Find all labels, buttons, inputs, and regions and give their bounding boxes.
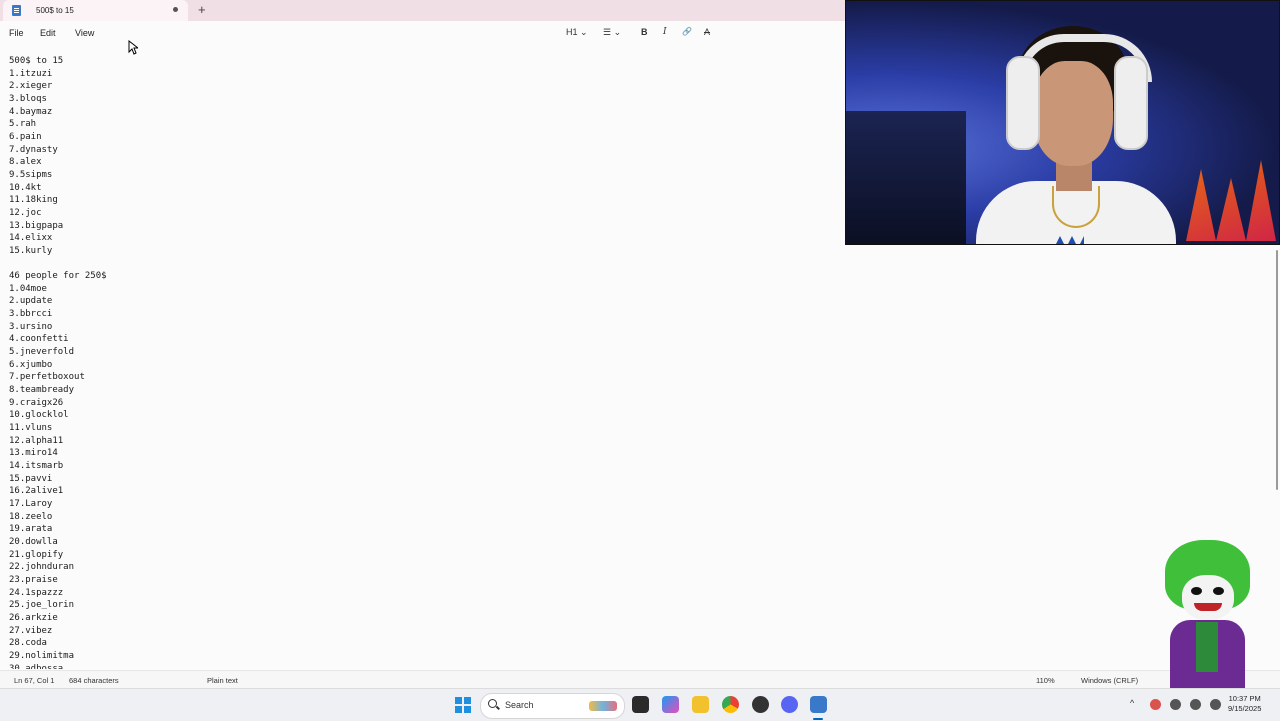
joker-eye-right (1213, 587, 1224, 595)
menu-file[interactable]: File (9, 28, 24, 38)
new-tab-button[interactable]: + (198, 2, 206, 17)
file-format: Plain text (207, 676, 238, 685)
joker-vest (1196, 622, 1218, 672)
tray-app-icon[interactable] (1150, 699, 1161, 710)
joker-mascot-overlay (1160, 540, 1255, 710)
vertical-scrollbar[interactable] (1276, 250, 1278, 490)
heading-dropdown[interactable]: H1 ⌄ (566, 27, 588, 38)
file-explorer-icon[interactable] (692, 696, 709, 713)
notepad-icon (12, 5, 21, 16)
heading-label: H1 (566, 27, 578, 37)
taskview-app-icon[interactable] (632, 696, 649, 713)
joker-face (1182, 575, 1234, 620)
clock-time: 10:37 PM (1228, 694, 1261, 703)
status-bar: Ln 67, Col 1 684 characters Plain text 1… (0, 670, 1280, 689)
discord-app-icon[interactable] (781, 696, 798, 713)
cursor-position: Ln 67, Col 1 (14, 676, 55, 685)
system-clock[interactable]: 10:37 PM 9/15/2025 (1228, 694, 1261, 714)
battery-icon[interactable] (1210, 699, 1221, 710)
mouse-cursor-icon (128, 40, 138, 55)
character-count: 684 characters (69, 676, 119, 685)
headphone-right-icon (1114, 56, 1148, 150)
list-dropdown[interactable]: ☰ ⌄ (603, 27, 621, 38)
bold-button[interactable]: B (641, 27, 648, 37)
taskbar: Search ^ 10:37 PM 9/15/2025 (0, 688, 1280, 721)
chevron-down-icon: ⌄ (580, 27, 588, 37)
tab-title: 500$ to 15 (36, 6, 74, 15)
clock-date: 9/15/2025 (1228, 704, 1262, 713)
tray-overflow-chevron-icon[interactable]: ^ (1130, 698, 1134, 708)
clear-formatting-button[interactable]: A (704, 27, 710, 37)
joker-mouth (1194, 603, 1222, 611)
search-highlight-icon (589, 701, 617, 711)
joker-eye-left (1191, 587, 1202, 595)
unsaved-dot-icon[interactable] (173, 7, 178, 12)
line-endings[interactable]: Windows (CRLF) (1081, 676, 1138, 685)
copilot-app-icon[interactable] (662, 696, 679, 713)
streamer (956, 16, 1186, 244)
windows-start-button[interactable] (455, 697, 471, 713)
network-icon[interactable] (1170, 699, 1181, 710)
text-editor[interactable]: 500$ to 15 1.itzuzi 2.xieger 3.bloqs 4.b… (9, 55, 839, 669)
headphone-left-icon (1006, 56, 1040, 150)
document-tab[interactable]: 500$ to 15 (3, 0, 188, 21)
webcam-background-shelf (846, 111, 966, 244)
search-icon (488, 699, 497, 708)
neon-sign (1186, 160, 1276, 241)
chrome-browser-icon[interactable] (722, 696, 739, 713)
italic-button[interactable]: I (663, 27, 667, 37)
obs-app-icon[interactable] (752, 696, 769, 713)
chevron-down-icon: ⌄ (613, 27, 622, 37)
zoom-level[interactable]: 110% (1036, 676, 1055, 685)
taskbar-search[interactable]: Search (480, 693, 625, 719)
menu-view[interactable]: View (75, 28, 94, 38)
notepad-taskbar-icon[interactable] (810, 696, 827, 713)
search-label: Search (505, 700, 534, 710)
volume-icon[interactable] (1190, 699, 1201, 710)
menu-edit[interactable]: Edit (40, 28, 56, 38)
webcam-overlay (845, 0, 1280, 245)
link-button[interactable]: 🔗 (682, 27, 692, 36)
list-icon: ☰ (603, 27, 612, 37)
